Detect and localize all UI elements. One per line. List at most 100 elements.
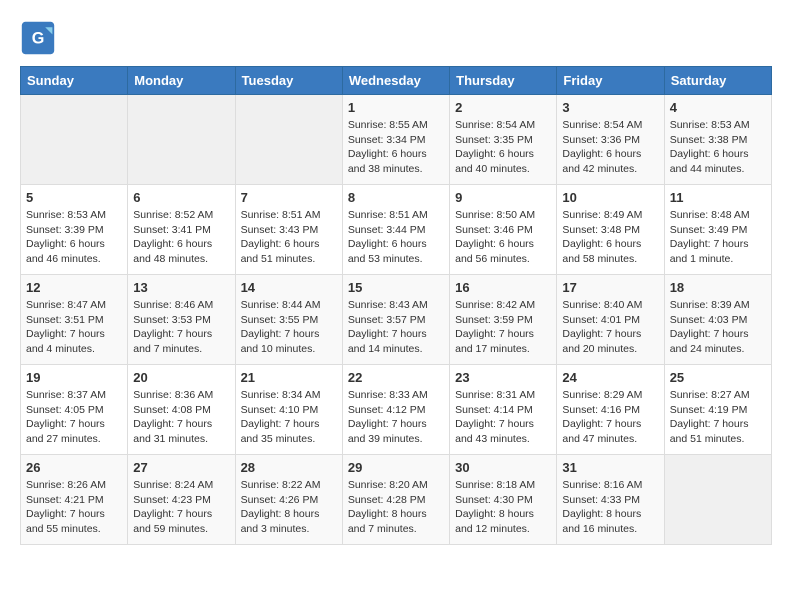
calendar-cell: 14 Sunrise: 8:44 AM Sunset: 3:55 PM Dayli… (235, 275, 342, 365)
day-content: Sunrise: 8:37 AM Sunset: 4:05 PM Dayligh… (26, 388, 122, 447)
day-header-monday: Monday (128, 67, 235, 95)
day-number: 7 (241, 190, 337, 205)
day-number: 17 (562, 280, 658, 295)
day-number: 25 (670, 370, 766, 385)
day-content: Sunrise: 8:29 AM Sunset: 4:16 PM Dayligh… (562, 388, 658, 447)
day-number: 12 (26, 280, 122, 295)
calendar-cell: 13 Sunrise: 8:46 AM Sunset: 3:53 PM Dayli… (128, 275, 235, 365)
day-number: 30 (455, 460, 551, 475)
calendar-cell: 30Sunrise: 8:18 AM Sunset: 4:30 PM Dayli… (450, 455, 557, 545)
day-content: Sunrise: 8:54 AM Sunset: 3:35 PM Dayligh… (455, 118, 551, 177)
day-content: Sunrise: 8:55 AM Sunset: 3:34 PM Dayligh… (348, 118, 444, 177)
calendar-cell: 28 Sunrise: 8:22 AM Sunset: 4:26 PM Dayli… (235, 455, 342, 545)
calendar-body: 1 Sunrise: 8:55 AM Sunset: 3:34 PM Daylig… (21, 95, 772, 545)
calendar-cell: 2 Sunrise: 8:54 AM Sunset: 3:35 PM Daylig… (450, 95, 557, 185)
day-content: Sunrise: 8:33 AM Sunset: 4:12 PM Dayligh… (348, 388, 444, 447)
day-number: 10 (562, 190, 658, 205)
day-number: 13 (133, 280, 229, 295)
day-content: Sunrise: 8:53 AM Sunset: 3:38 PM Dayligh… (670, 118, 766, 177)
calendar-cell (21, 95, 128, 185)
day-number: 22 (348, 370, 444, 385)
day-number: 3 (562, 100, 658, 115)
calendar-cell: 6 Sunrise: 8:52 AM Sunset: 3:41 PM Daylig… (128, 185, 235, 275)
day-content: Sunrise: 8:44 AM Sunset: 3:55 PM Dayligh… (241, 298, 337, 357)
day-content: Sunrise: 8:51 AM Sunset: 3:44 PM Dayligh… (348, 208, 444, 267)
day-content: Sunrise: 8:22 AM Sunset: 4:26 PM Dayligh… (241, 478, 337, 537)
logo-icon: G (20, 20, 56, 56)
day-number: 16 (455, 280, 551, 295)
calendar-cell (235, 95, 342, 185)
day-header-row: SundayMondayTuesdayWednesdayThursdayFrid… (21, 67, 772, 95)
day-content: Sunrise: 8:48 AM Sunset: 3:49 PM Dayligh… (670, 208, 766, 267)
calendar-cell: 25 Sunrise: 8:27 AM Sunset: 4:19 PM Dayli… (664, 365, 771, 455)
calendar-cell (664, 455, 771, 545)
day-number: 5 (26, 190, 122, 205)
calendar-cell: 5 Sunrise: 8:53 AM Sunset: 3:39 PM Daylig… (21, 185, 128, 275)
day-header-sunday: Sunday (21, 67, 128, 95)
day-content: Sunrise: 8:16 AM Sunset: 4:33 PM Dayligh… (562, 478, 658, 537)
day-header-wednesday: Wednesday (342, 67, 449, 95)
day-number: 27 (133, 460, 229, 475)
day-number: 6 (133, 190, 229, 205)
day-number: 28 (241, 460, 337, 475)
day-content: Sunrise: 8:24 AM Sunset: 4:23 PM Dayligh… (133, 478, 229, 537)
day-number: 2 (455, 100, 551, 115)
day-number: 18 (670, 280, 766, 295)
day-number: 29 (348, 460, 444, 475)
day-content: Sunrise: 8:47 AM Sunset: 3:51 PM Dayligh… (26, 298, 122, 357)
calendar-header: SundayMondayTuesdayWednesdayThursdayFrid… (21, 67, 772, 95)
calendar-cell: 26Sunrise: 8:26 AM Sunset: 4:21 PM Dayli… (21, 455, 128, 545)
week-row-5: 26Sunrise: 8:26 AM Sunset: 4:21 PM Dayli… (21, 455, 772, 545)
calendar-cell: 17 Sunrise: 8:40 AM Sunset: 4:01 PM Dayli… (557, 275, 664, 365)
day-content: Sunrise: 8:31 AM Sunset: 4:14 PM Dayligh… (455, 388, 551, 447)
day-number: 1 (348, 100, 444, 115)
day-number: 14 (241, 280, 337, 295)
day-header-thursday: Thursday (450, 67, 557, 95)
day-header-tuesday: Tuesday (235, 67, 342, 95)
day-header-friday: Friday (557, 67, 664, 95)
day-number: 20 (133, 370, 229, 385)
calendar-cell: 9Sunrise: 8:50 AM Sunset: 3:46 PM Daylig… (450, 185, 557, 275)
calendar-cell: 23 Sunrise: 8:31 AM Sunset: 4:14 PM Dayli… (450, 365, 557, 455)
day-number: 15 (348, 280, 444, 295)
calendar-cell: 22 Sunrise: 8:33 AM Sunset: 4:12 PM Dayli… (342, 365, 449, 455)
day-number: 8 (348, 190, 444, 205)
week-row-1: 1 Sunrise: 8:55 AM Sunset: 3:34 PM Daylig… (21, 95, 772, 185)
calendar-cell: 10Sunrise: 8:49 AM Sunset: 3:48 PM Dayli… (557, 185, 664, 275)
day-content: Sunrise: 8:53 AM Sunset: 3:39 PM Dayligh… (26, 208, 122, 267)
logo: G (20, 20, 60, 56)
calendar-cell: 18 Sunrise: 8:39 AM Sunset: 4:03 PM Dayli… (664, 275, 771, 365)
calendar-table: SundayMondayTuesdayWednesdayThursdayFrid… (20, 66, 772, 545)
calendar-cell: 27 Sunrise: 8:24 AM Sunset: 4:23 PM Dayli… (128, 455, 235, 545)
calendar-cell: 19 Sunrise: 8:37 AM Sunset: 4:05 PM Dayli… (21, 365, 128, 455)
day-number: 31 (562, 460, 658, 475)
day-number: 24 (562, 370, 658, 385)
calendar-cell: 7Sunrise: 8:51 AM Sunset: 3:43 PM Daylig… (235, 185, 342, 275)
day-number: 26 (26, 460, 122, 475)
calendar-cell: 1 Sunrise: 8:55 AM Sunset: 3:34 PM Daylig… (342, 95, 449, 185)
day-number: 19 (26, 370, 122, 385)
calendar-cell: 31 Sunrise: 8:16 AM Sunset: 4:33 PM Dayli… (557, 455, 664, 545)
day-number: 21 (241, 370, 337, 385)
day-header-saturday: Saturday (664, 67, 771, 95)
day-number: 23 (455, 370, 551, 385)
calendar-cell: 4 Sunrise: 8:53 AM Sunset: 3:38 PM Daylig… (664, 95, 771, 185)
day-content: Sunrise: 8:27 AM Sunset: 4:19 PM Dayligh… (670, 388, 766, 447)
day-content: Sunrise: 8:43 AM Sunset: 3:57 PM Dayligh… (348, 298, 444, 357)
day-content: Sunrise: 8:46 AM Sunset: 3:53 PM Dayligh… (133, 298, 229, 357)
day-content: Sunrise: 8:20 AM Sunset: 4:28 PM Dayligh… (348, 478, 444, 537)
day-number: 11 (670, 190, 766, 205)
week-row-2: 5 Sunrise: 8:53 AM Sunset: 3:39 PM Daylig… (21, 185, 772, 275)
calendar-cell (128, 95, 235, 185)
day-content: Sunrise: 8:42 AM Sunset: 3:59 PM Dayligh… (455, 298, 551, 357)
day-content: Sunrise: 8:34 AM Sunset: 4:10 PM Dayligh… (241, 388, 337, 447)
day-content: Sunrise: 8:50 AM Sunset: 3:46 PM Dayligh… (455, 208, 551, 267)
day-content: Sunrise: 8:52 AM Sunset: 3:41 PM Dayligh… (133, 208, 229, 267)
calendar-cell: 20Sunrise: 8:36 AM Sunset: 4:08 PM Dayli… (128, 365, 235, 455)
day-content: Sunrise: 8:40 AM Sunset: 4:01 PM Dayligh… (562, 298, 658, 357)
week-row-3: 12 Sunrise: 8:47 AM Sunset: 3:51 PM Dayli… (21, 275, 772, 365)
calendar-cell: 12 Sunrise: 8:47 AM Sunset: 3:51 PM Dayli… (21, 275, 128, 365)
day-content: Sunrise: 8:39 AM Sunset: 4:03 PM Dayligh… (670, 298, 766, 357)
day-number: 4 (670, 100, 766, 115)
day-content: Sunrise: 8:54 AM Sunset: 3:36 PM Dayligh… (562, 118, 658, 177)
